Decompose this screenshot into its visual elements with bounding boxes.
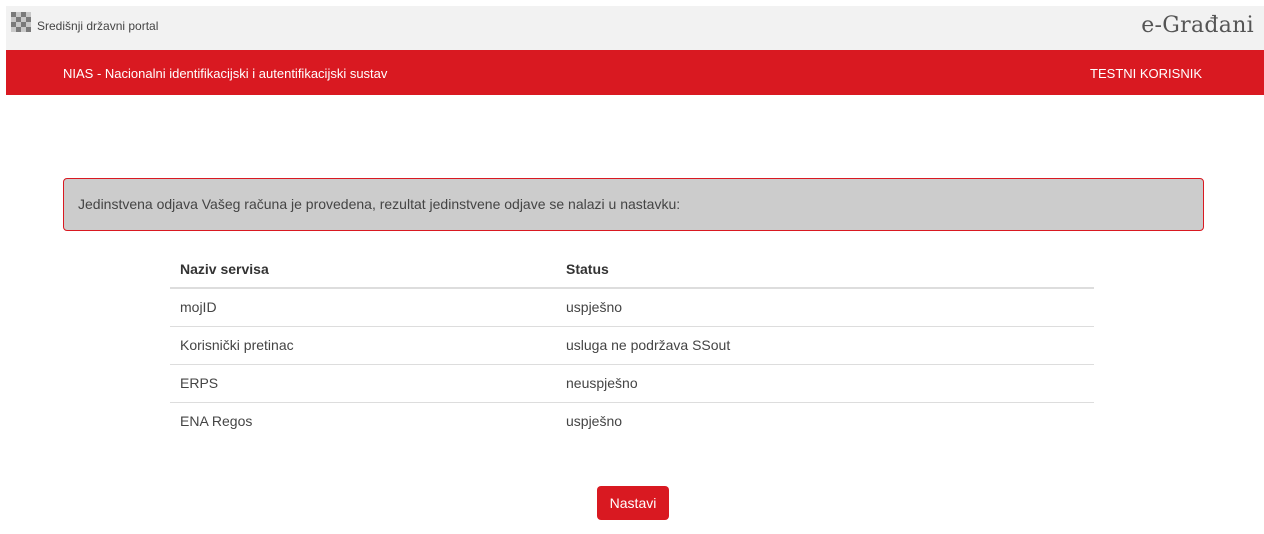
column-header-status: Status xyxy=(556,250,1094,289)
status-cell: usluga ne podržava SSout xyxy=(556,325,1094,364)
service-name-cell: ERPS xyxy=(170,363,556,402)
user-name[interactable]: TESTNI KORISNIK xyxy=(1090,66,1202,81)
status-cell: uspješno xyxy=(566,299,623,316)
status-cell: uspješno xyxy=(556,401,1094,440)
nav-bar: NIAS - Nacionalni identifikacijski i aut… xyxy=(6,50,1264,95)
service-name-cell: Korisnički pretinac xyxy=(170,325,556,364)
table-row: Korisnički pretinac usluga ne podržava S… xyxy=(170,325,1094,364)
logout-alert: Jedinstvena odjava Vašeg računa je prove… xyxy=(63,178,1204,231)
portal-link[interactable]: Središnji državni portal xyxy=(37,19,158,33)
service-name-cell: mojID xyxy=(180,299,217,316)
table-row: mojID uspješno xyxy=(170,288,1094,326)
alert-text: Jedinstvena odjava Vašeg računa je prove… xyxy=(78,196,681,212)
table-row: ERPS neuspješno xyxy=(170,363,1094,402)
brand-logo[interactable]: e-Građani xyxy=(1141,13,1254,38)
continue-button[interactable]: Nastavi xyxy=(597,486,669,520)
table-row: ENA Regos uspješno xyxy=(170,401,1094,440)
top-header: Središnji državni portal e-Građani xyxy=(6,6,1264,50)
status-cell: neuspješno xyxy=(556,363,1094,402)
column-header-service: Naziv servisa xyxy=(170,250,556,289)
service-name-cell: ENA Regos xyxy=(170,401,556,440)
system-title: NIAS - Nacionalni identifikacijski i aut… xyxy=(63,66,388,81)
services-table: Naziv servisa Status mojID uspješno Kori… xyxy=(170,250,1094,440)
checkerboard-logo-icon[interactable] xyxy=(11,12,31,32)
table-header-row: Naziv servisa Status xyxy=(170,250,1094,289)
